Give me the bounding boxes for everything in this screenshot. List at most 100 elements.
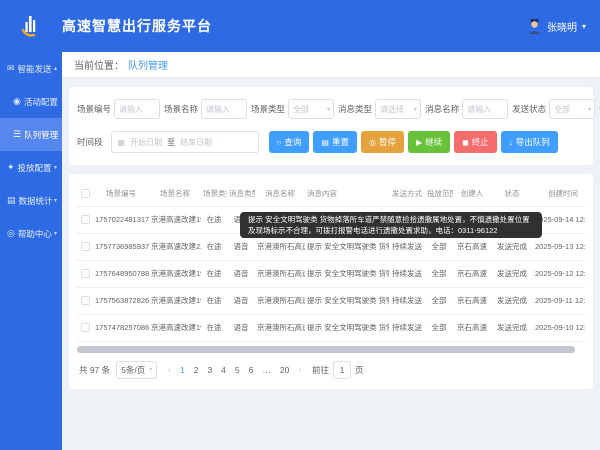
sidebar-item-help-center[interactable]: ◎帮助中心▾ <box>0 217 62 250</box>
row-select-cell <box>77 233 93 260</box>
page-button[interactable]: 5 <box>234 365 241 375</box>
app-title: 高速智慧出行服务平台 <box>62 16 212 36</box>
filter-send-status: 发送状态全部▾ <box>512 99 595 119</box>
select-value: 全部 <box>293 104 327 115</box>
select-all-checkbox[interactable] <box>81 189 90 198</box>
row-checkbox[interactable] <box>81 323 90 332</box>
column-header: 场景名称 <box>149 182 201 206</box>
queue-management-icon: ☰ <box>13 129 21 140</box>
page-button[interactable]: 1 <box>179 365 186 375</box>
horizontal-scrollbar[interactable] <box>77 346 585 353</box>
range-separator: 至 <box>167 137 175 148</box>
page-button[interactable]: 6 <box>248 365 255 375</box>
goto-page-input[interactable] <box>333 361 351 379</box>
filter-scene-name-input[interactable] <box>201 99 247 119</box>
cell: 发送完成 <box>491 314 533 341</box>
table-row: 1757478257086京港高速改建196-221…在途语音京港澳所石高速…提… <box>77 314 585 341</box>
row-select-cell <box>77 287 93 314</box>
column-header: 消息内容 <box>305 182 389 206</box>
user-menu[interactable]: 张晓明 ▾ <box>527 18 586 35</box>
filter-scene-type-select[interactable]: 全部▾ <box>288 99 334 119</box>
export-button[interactable]: ↓导出队列 <box>501 131 558 153</box>
row-select-cell <box>77 314 93 341</box>
pager-ellipsis: … <box>261 365 272 375</box>
end-date-placeholder: 结束日期 <box>180 137 212 148</box>
cell: 京石高速 <box>453 260 491 287</box>
terminate-icon: ◼ <box>462 138 469 147</box>
button-label: 终止 <box>472 136 489 148</box>
row-checkbox[interactable] <box>81 242 90 251</box>
resume-icon: ▶ <box>416 138 422 147</box>
column-header: 投放范围 <box>425 182 453 206</box>
scrollbar-thumb[interactable] <box>77 346 575 353</box>
filter-scene-type: 场景类型全部▾ <box>251 99 334 119</box>
column-header: 消息类型 <box>227 182 255 206</box>
calendar-icon: ▦ <box>118 138 126 147</box>
filter-msg-type-select[interactable]: 请选择▾ <box>375 99 421 119</box>
cell: 京港高速改建222-280… <box>149 233 201 260</box>
page-button[interactable]: 2 <box>193 365 200 375</box>
cell: 语音 <box>227 260 255 287</box>
filter-row: 场景编号场景名称场景类型全部▾消息类型请选择▾消息名称发送状态全部▾创建人 <box>77 99 585 119</box>
row-checkbox[interactable] <box>81 296 90 305</box>
breadcrumb-label: 当前位置： <box>74 57 124 72</box>
pause-button[interactable]: ◎暂停 <box>361 131 404 153</box>
sidebar-item-data-statistics[interactable]: ▤数据统计▾ <box>0 184 62 217</box>
filter-msg-name-input[interactable] <box>462 99 508 119</box>
sidebar-item-activity-config[interactable]: ◉活动配置 <box>0 85 62 118</box>
search-button[interactable]: ○查询 <box>269 131 310 153</box>
page-size-select[interactable]: 5条/页 ▾ <box>116 361 157 379</box>
sidebar-item-delivery-config[interactable]: ✦投放配置▾ <box>0 151 62 184</box>
cell: 在途 <box>201 260 227 287</box>
export-icon: ↓ <box>509 138 513 147</box>
cell: 京港澳所石高速… <box>255 260 305 287</box>
cell: 提示 安全文明驾驶类 货物掉落所车道严禁随意捡拾… <box>305 314 389 341</box>
column-header: 创建人 <box>453 182 491 206</box>
cell: 语音 <box>227 314 255 341</box>
button-label: 继续 <box>425 136 442 148</box>
cell: 发送完成 <box>491 287 533 314</box>
button-label: 重置 <box>332 136 349 148</box>
filter-label: 场景类型 <box>251 103 285 115</box>
page-button[interactable]: 3 <box>206 365 213 375</box>
cell: 提示 安全文明驾驶类 货物掉落所车道严禁随意捡拾… <box>305 260 389 287</box>
table-row: 1757563872826京港高速改建196-221…在途语音京港澳所石高速…提… <box>77 287 585 314</box>
resume-button[interactable]: ▶继续 <box>408 131 450 153</box>
terminate-button[interactable]: ◼终止 <box>454 131 497 153</box>
cell: 京港高速改建196-221… <box>149 287 201 314</box>
date-range-picker[interactable]: ▦ 开始日期 至 结束日期 <box>111 131 259 153</box>
cell: 2025-09-13 12:16:2 <box>533 233 585 260</box>
filter-scene-no: 场景编号 <box>77 99 160 119</box>
cell: 京港高速改建196-221… <box>149 260 201 287</box>
button-label: 导出队列 <box>516 136 550 148</box>
cell: 在途 <box>201 206 227 233</box>
time-range-label: 时间段 <box>77 136 103 148</box>
column-header: 场景编号 <box>93 182 149 206</box>
select-value: 请选择 <box>380 104 414 115</box>
cell: 发送完成 <box>491 260 533 287</box>
cell: 1757648950788 <box>93 260 149 287</box>
row-checkbox[interactable] <box>81 269 90 278</box>
breadcrumb-current[interactable]: 队列管理 <box>128 57 168 72</box>
column-header: 发送方式 <box>389 182 425 206</box>
cell: 持续发送 <box>389 260 425 287</box>
page-button[interactable]: 4 <box>220 365 227 375</box>
sidebar-item-queue-management[interactable]: ☰队列管理 <box>0 118 62 151</box>
filter-label: 消息类型 <box>338 103 372 115</box>
filter-send-status-select[interactable]: 全部▾ <box>549 99 595 119</box>
cell: 京港高速改建196-221… <box>149 314 201 341</box>
reset-button[interactable]: ▤重置 <box>313 131 357 153</box>
sidebar-item-label: 投放配置 <box>18 162 52 174</box>
button-label: 查询 <box>284 136 301 148</box>
page-button[interactable]: 20 <box>279 365 290 375</box>
next-page-button[interactable]: › <box>297 365 302 374</box>
table-row: 1757648950788京港高速改建196-221…在途语音京港澳所石高速…提… <box>77 260 585 287</box>
sidebar-item-label: 数据统计 <box>19 195 53 207</box>
action-buttons: ○查询▤重置◎暂停▶继续◼终止↓导出队列 <box>265 131 558 153</box>
row-checkbox[interactable] <box>81 215 90 224</box>
sidebar-item-smart-send[interactable]: ✉智能发送▴ <box>0 52 62 85</box>
filter-scene-no-input[interactable] <box>114 99 160 119</box>
goto-suffix: 页 <box>355 364 364 376</box>
cell: 1757022481317 <box>93 206 149 233</box>
prev-page-button[interactable]: ‹ <box>167 365 172 374</box>
